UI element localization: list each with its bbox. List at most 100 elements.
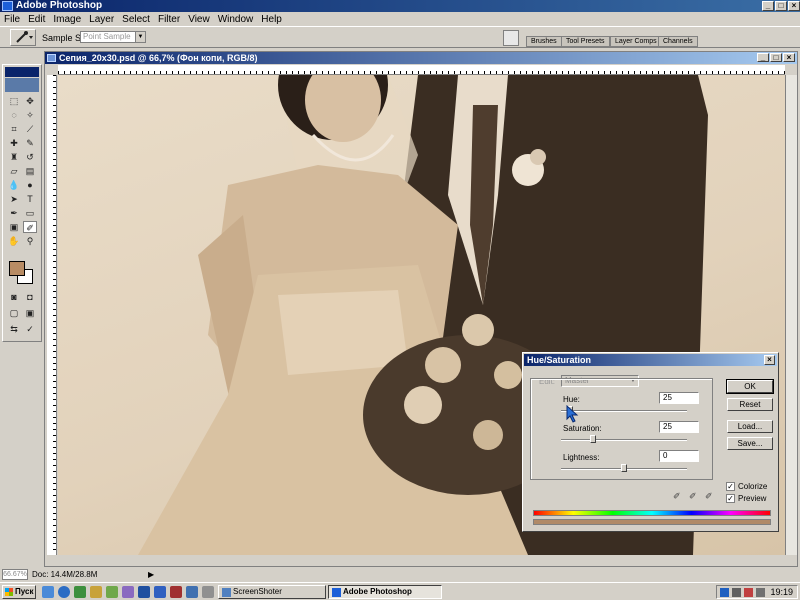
eyedropper-minus-icon[interactable]: ✐ <box>705 492 714 501</box>
tab-brushes[interactable]: Brushes <box>526 36 562 47</box>
antivirus-icon[interactable] <box>744 588 753 597</box>
menu-select[interactable]: Select <box>122 14 150 25</box>
move-tool-icon[interactable]: ✥ <box>23 95 37 107</box>
load-button[interactable]: Load... <box>727 420 773 433</box>
quicklaunch-window-icon[interactable] <box>186 586 198 598</box>
marquee-tool-icon[interactable]: ⬚ <box>7 95 21 107</box>
dialog-title-bar[interactable]: Hue/Saturation × <box>524 354 777 366</box>
sample-size-select[interactable]: Point Sample ▼ <box>80 31 146 43</box>
zoom-level-field[interactable]: 66.67% <box>2 569 28 580</box>
doc-minimize-button[interactable]: _ <box>757 53 769 62</box>
path-selection-icon[interactable]: ➤ <box>7 193 21 205</box>
menu-help[interactable]: Help <box>261 14 282 25</box>
healing-brush-icon[interactable]: ✚ <box>7 137 21 149</box>
clock[interactable]: 19:19 <box>770 587 793 597</box>
quicklaunch-grey-icon[interactable] <box>202 586 214 598</box>
menu-edit[interactable]: Edit <box>28 14 45 25</box>
notes-tool-icon[interactable]: ▣ <box>7 221 21 233</box>
crop-tool-icon[interactable]: ⌗ <box>7 123 21 135</box>
quicklaunch-purple-icon[interactable] <box>122 586 134 598</box>
screen-mode-icon[interactable]: ▢ <box>7 307 21 319</box>
quicklaunch-blue-icon[interactable] <box>138 586 150 598</box>
eyedropper-plus-icon[interactable]: ✐ <box>689 492 698 501</box>
doc-maximize-button[interactable]: □ <box>770 53 782 62</box>
menu-filter[interactable]: Filter <box>158 14 180 25</box>
reset-button[interactable]: Reset <box>727 398 773 411</box>
dialog-title: Hue/Saturation <box>527 355 592 365</box>
type-tool-icon[interactable]: T <box>23 193 37 205</box>
ok-button[interactable]: OK <box>726 379 774 394</box>
adobe-online-icon[interactable] <box>5 78 39 92</box>
quicklaunch-ie-icon[interactable] <box>58 586 70 598</box>
hue-label: Hue: <box>563 395 580 404</box>
fullscreen-mode-icon[interactable]: ▣ <box>23 307 37 319</box>
volume-icon[interactable] <box>756 588 765 597</box>
lasso-tool-icon[interactable]: ◌ <box>7 109 21 121</box>
saturation-slider-track[interactable] <box>561 439 687 441</box>
slice-tool-icon[interactable]: ⟋ <box>23 123 37 135</box>
tab-channels[interactable]: Channels <box>658 36 698 47</box>
blur-tool-icon[interactable]: 💧 <box>7 179 21 191</box>
shape-tool-icon[interactable]: ▭ <box>23 207 37 219</box>
quicklaunch-red-icon[interactable] <box>170 586 182 598</box>
task-screenshoter[interactable]: ScreenShoter <box>218 585 326 599</box>
hue-input[interactable]: 25 <box>659 392 699 404</box>
quicklaunch-desktop-icon[interactable] <box>42 586 54 598</box>
start-button[interactable]: Пуск <box>2 585 36 599</box>
brush-tool-icon[interactable]: ✎ <box>23 137 37 149</box>
quick-mask-icon[interactable]: ◙ <box>7 291 21 303</box>
quicklaunch-save-icon[interactable] <box>154 586 166 598</box>
doc-close-button[interactable]: × <box>783 53 795 62</box>
minimize-button[interactable]: _ <box>762 1 774 11</box>
hue-saturation-dialog: Hue/Saturation × Edit: Master ▼ Hue: 25 … <box>522 352 779 532</box>
menu-layer[interactable]: Layer <box>89 14 114 25</box>
quicklaunch-folder-icon[interactable] <box>90 586 102 598</box>
task-adobe-photoshop[interactable]: Adobe Photoshop <box>328 585 442 599</box>
zoom-tool-icon[interactable]: ⚲ <box>23 235 37 247</box>
standard-mode-icon[interactable]: ◘ <box>23 291 37 303</box>
foreground-color-swatch[interactable] <box>9 261 25 276</box>
colorize-checkbox[interactable]: ✓ <box>726 482 735 491</box>
imageready-icon[interactable]: ✓ <box>23 323 37 335</box>
tab-tool-presets[interactable]: Tool Presets <box>561 36 610 47</box>
menu-view[interactable]: View <box>188 14 210 25</box>
status-menu-arrow-icon[interactable]: ▶ <box>148 570 154 579</box>
gradient-tool-icon[interactable]: ▤ <box>23 165 37 177</box>
tray-app-icon[interactable] <box>732 588 741 597</box>
dialog-close-button[interactable]: × <box>764 355 775 365</box>
preview-checkbox[interactable]: ✓ <box>726 494 735 503</box>
app-title: Adobe Photoshop <box>16 0 103 11</box>
menu-image[interactable]: Image <box>53 14 81 25</box>
magic-wand-tool-icon[interactable]: ✧ <box>23 109 37 121</box>
dodge-tool-icon[interactable]: ● <box>23 179 37 191</box>
document-title-bar[interactable]: Сепия_20x30.psd @ 66,7% (Фон копи, RGB/8… <box>45 52 797 64</box>
windows-logo-icon <box>5 588 13 596</box>
eyedropper-icon[interactable]: ✐ <box>673 492 682 501</box>
language-icon[interactable] <box>720 588 729 597</box>
clone-stamp-icon[interactable]: ♜ <box>7 151 21 163</box>
close-button[interactable]: × <box>788 1 800 11</box>
maximize-button[interactable]: □ <box>775 1 787 11</box>
quicklaunch-green-icon[interactable] <box>106 586 118 598</box>
imageready-jump-icon[interactable]: ⇆ <box>7 323 21 335</box>
tool-preset-picker[interactable] <box>10 29 36 46</box>
toolbox-header[interactable] <box>5 67 39 77</box>
menu-file[interactable]: File <box>4 14 20 25</box>
lightness-input[interactable]: 0 <box>659 450 699 462</box>
saturation-slider-thumb[interactable] <box>589 435 596 443</box>
hand-tool-icon[interactable]: ✋ <box>7 235 21 247</box>
tab-layer-comps[interactable]: Layer Comps <box>610 36 662 47</box>
quicklaunch-app-icon[interactable] <box>74 586 86 598</box>
eraser-tool-icon[interactable]: ▱ <box>7 165 21 177</box>
eyedropper-icon <box>16 31 33 43</box>
pen-tool-icon[interactable]: ✒ <box>7 207 21 219</box>
hue-spectrum-bar <box>533 510 771 516</box>
eyedropper-tool-icon[interactable]: ✐ <box>23 221 37 233</box>
screenshoter-icon <box>222 588 231 597</box>
saturation-input[interactable]: 25 <box>659 421 699 433</box>
menu-window[interactable]: Window <box>218 14 254 25</box>
save-button[interactable]: Save... <box>727 437 773 450</box>
lightness-slider-thumb[interactable] <box>621 464 627 472</box>
vertical-scrollbar[interactable] <box>785 75 797 555</box>
history-brush-icon[interactable]: ↺ <box>23 151 37 163</box>
